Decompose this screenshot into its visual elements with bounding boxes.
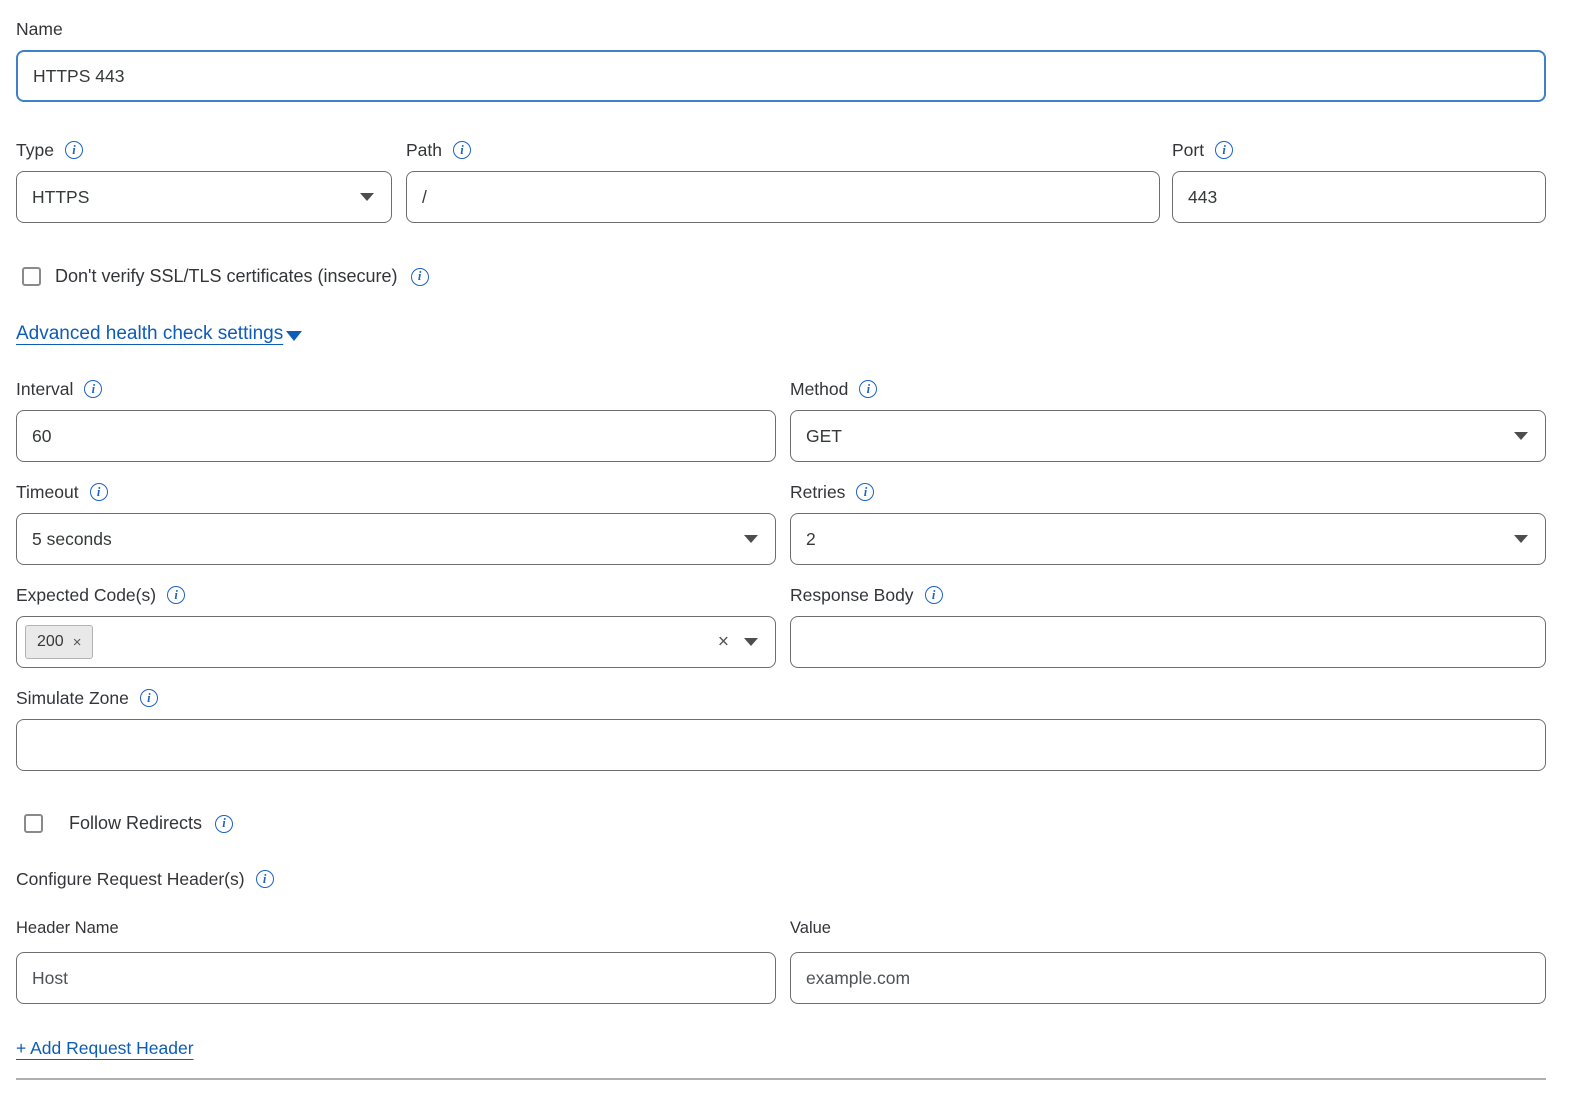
chevron-down-icon [1514, 535, 1528, 543]
path-input[interactable] [406, 171, 1160, 223]
response-body-label: Response Body [790, 585, 914, 606]
advanced-settings-label: Advanced health check settings [16, 323, 283, 345]
expected-code-tag: 200 × [25, 625, 93, 659]
port-label: Port [1172, 140, 1204, 161]
request-headers-info-icon[interactable]: i [256, 870, 274, 888]
name-input[interactable] [16, 50, 1546, 102]
request-headers-section-label: Configure Request Header(s) [16, 869, 245, 890]
ssl-verify-label: Don't verify SSL/TLS certificates (insec… [55, 266, 398, 287]
interval-info-icon[interactable]: i [84, 380, 102, 398]
header-name-column-label: Header Name [16, 919, 119, 938]
simulate-zone-label: Simulate Zone [16, 688, 129, 709]
expected-codes-label: Expected Code(s) [16, 585, 156, 606]
chevron-down-icon [744, 535, 758, 543]
timeout-label: Timeout [16, 482, 79, 503]
clear-all-icon[interactable]: × [718, 633, 729, 652]
simulate-zone-info-icon[interactable]: i [140, 689, 158, 707]
method-info-icon[interactable]: i [859, 380, 877, 398]
follow-redirects-checkbox[interactable] [24, 814, 43, 833]
tag-remove-icon[interactable]: × [73, 635, 82, 650]
method-select[interactable]: GET [790, 410, 1546, 462]
retries-select[interactable]: 2 [790, 513, 1546, 565]
chevron-down-icon [1514, 432, 1528, 440]
header-value-input[interactable] [790, 952, 1546, 1004]
port-info-icon[interactable]: i [1215, 141, 1233, 159]
triangle-down-icon [286, 331, 302, 341]
expected-codes-info-icon[interactable]: i [167, 586, 185, 604]
follow-redirects-label: Follow Redirects [69, 813, 202, 834]
ssl-verify-info-icon[interactable]: i [411, 268, 429, 286]
header-name-input[interactable] [16, 952, 776, 1004]
timeout-select[interactable]: 5 seconds [16, 513, 776, 565]
ssl-verify-checkbox[interactable] [22, 267, 41, 286]
method-label: Method [790, 379, 848, 400]
header-value-column-label: Value [790, 919, 831, 938]
simulate-zone-input[interactable] [16, 719, 1546, 771]
type-select-value: HTTPS [32, 187, 89, 208]
method-select-value: GET [806, 426, 842, 447]
section-divider [16, 1078, 1546, 1080]
interval-input[interactable] [16, 410, 776, 462]
response-body-info-icon[interactable]: i [925, 586, 943, 604]
retries-info-icon[interactable]: i [856, 483, 874, 501]
advanced-settings-toggle[interactable]: Advanced health check settings [16, 323, 302, 345]
retries-label: Retries [790, 482, 845, 503]
interval-label: Interval [16, 379, 73, 400]
path-info-icon[interactable]: i [453, 141, 471, 159]
type-select[interactable]: HTTPS [16, 171, 392, 223]
health-check-form: Name Type i HTTPS Path i Port i [16, 0, 1546, 1080]
type-info-icon[interactable]: i [65, 141, 83, 159]
path-label: Path [406, 140, 442, 161]
port-input[interactable] [1172, 171, 1546, 223]
timeout-select-value: 5 seconds [32, 529, 112, 550]
expected-code-tag-value: 200 [37, 633, 64, 651]
response-body-input[interactable] [790, 616, 1546, 668]
expected-codes-multiselect[interactable]: 200 × × [16, 616, 776, 668]
retries-select-value: 2 [806, 529, 816, 550]
add-request-header-link[interactable]: + Add Request Header [16, 1038, 194, 1058]
type-label: Type [16, 140, 54, 161]
follow-redirects-info-icon[interactable]: i [215, 815, 233, 833]
timeout-info-icon[interactable]: i [90, 483, 108, 501]
name-label: Name [16, 19, 63, 40]
chevron-down-icon [360, 193, 374, 201]
chevron-down-icon [744, 638, 758, 646]
